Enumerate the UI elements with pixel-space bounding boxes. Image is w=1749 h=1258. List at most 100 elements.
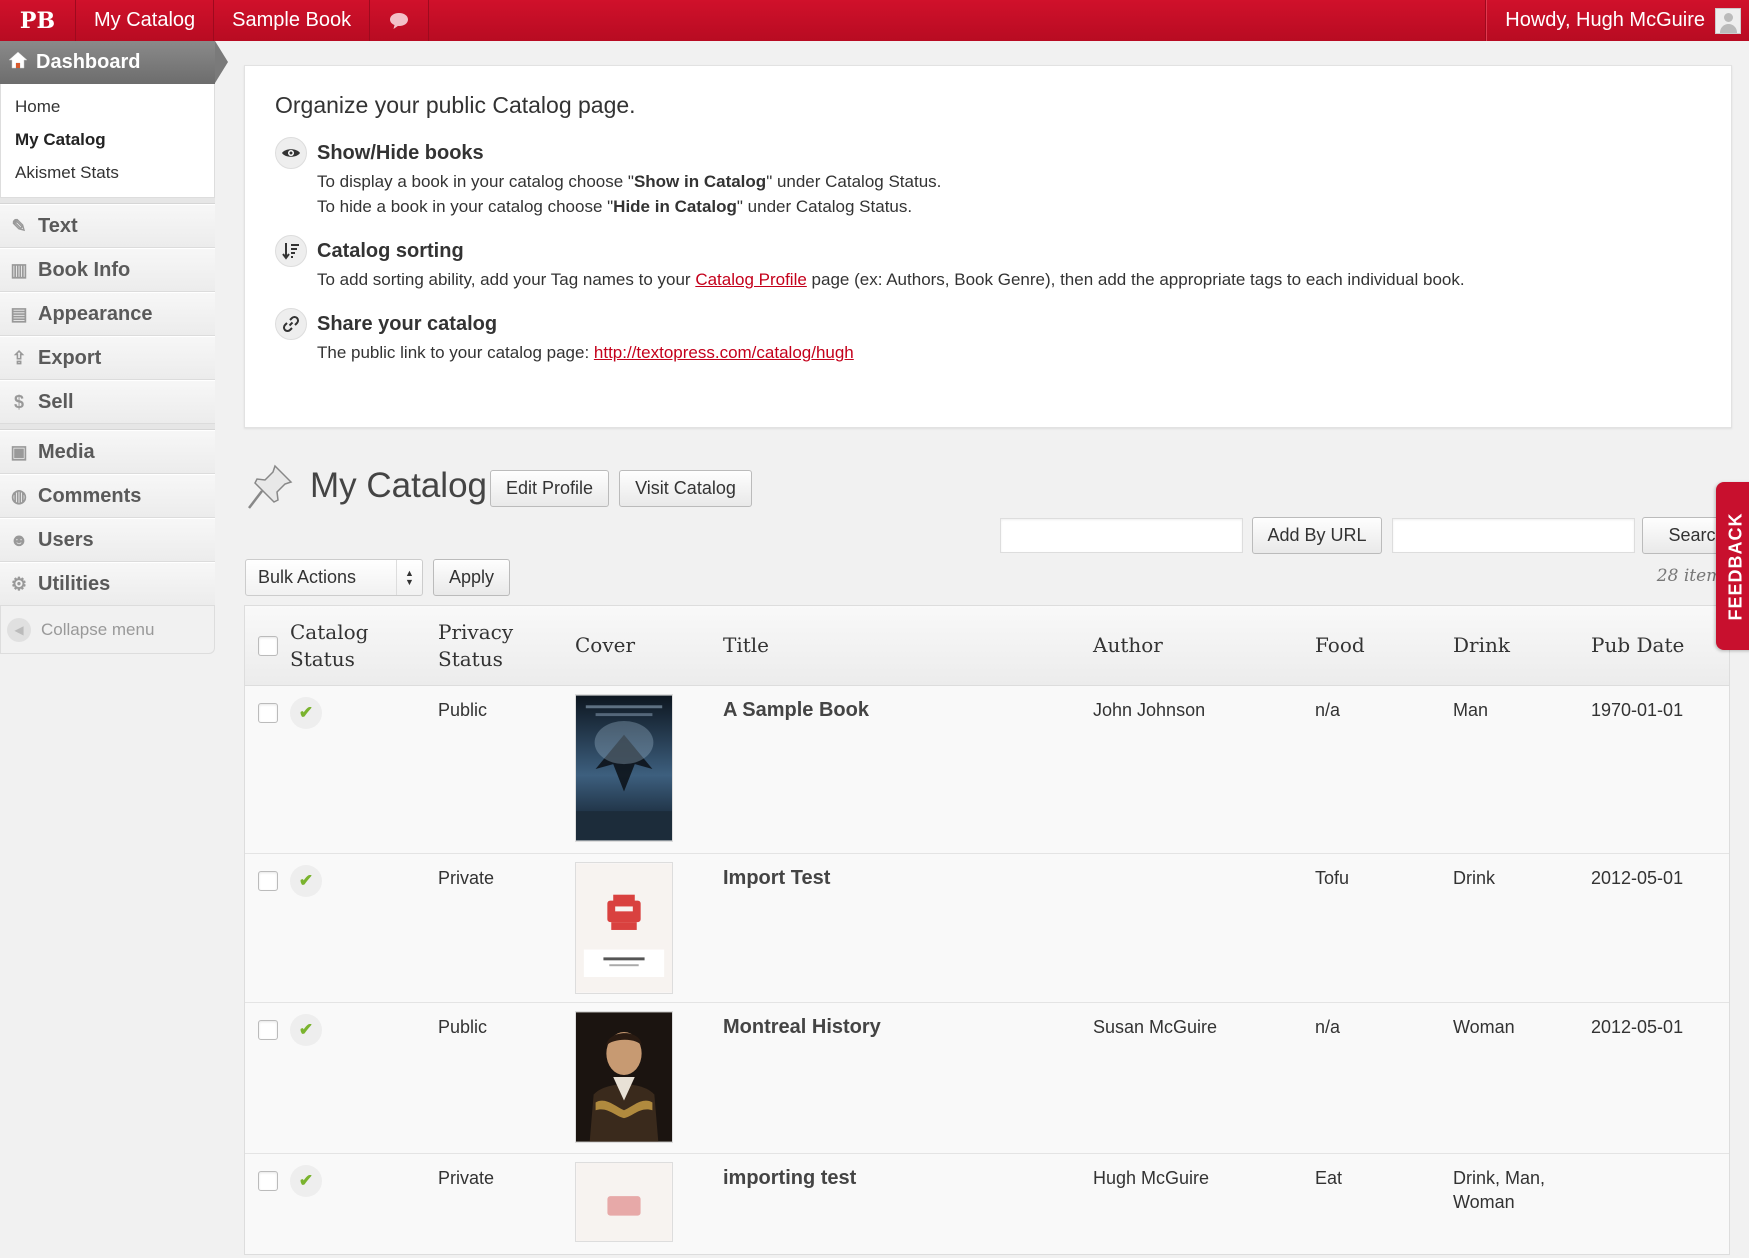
table-row: ✔ Private importing test Hugh McGuire Ea…	[245, 1154, 1729, 1254]
tip-share: Share your catalog The public link to yo…	[275, 308, 1701, 365]
adminbar-sample-book[interactable]: Sample Book	[214, 0, 371, 41]
drink: Woman	[1453, 1017, 1515, 1037]
book-title-link[interactable]: Montreal History	[723, 1016, 881, 1038]
appearance-icon: ▤	[10, 303, 28, 324]
col-privacy-status[interactable]: Privacy Status	[438, 619, 575, 673]
book-title-link[interactable]: A Sample Book	[723, 699, 869, 721]
book-cover-image	[575, 862, 673, 994]
tip-body: To display a book in your catalog choose…	[317, 169, 941, 219]
menu-label: Book Info	[38, 258, 131, 281]
pub-date: 2012-05-01	[1591, 868, 1684, 888]
pushpin-icon	[248, 464, 293, 509]
add-by-url-input[interactable]	[1000, 518, 1243, 553]
col-author[interactable]: Author	[1093, 632, 1315, 659]
table-row: ✔ Public Montreal History Susan McGuire …	[245, 1003, 1729, 1154]
menu-book-info[interactable]: ▥ Book Info	[0, 248, 215, 292]
show-instruction: To display a book in your catalog choose…	[317, 172, 942, 191]
pressbooks-logo[interactable]: PB	[0, 0, 76, 41]
col-catalog-status[interactable]: Catalog Status	[290, 619, 438, 673]
apply-button[interactable]: Apply	[433, 559, 510, 596]
menu-media[interactable]: ▣ Media	[0, 430, 215, 474]
col-drink[interactable]: Drink	[1453, 632, 1591, 659]
row-checkbox[interactable]	[258, 1171, 278, 1191]
adminbar-comments[interactable]	[370, 0, 430, 41]
menu-users[interactable]: ☻ Users	[0, 518, 215, 562]
howdy-greeting: Howdy, Hugh McGuire	[1505, 9, 1705, 31]
menu-label: Appearance	[38, 302, 153, 325]
adminbar-my-catalog[interactable]: My Catalog	[76, 0, 215, 41]
row-checkbox[interactable]	[258, 1020, 278, 1040]
checkmark-icon[interactable]: ✔	[290, 865, 322, 897]
comment-bubble-icon	[390, 12, 409, 29]
visit-catalog-button[interactable]: Visit Catalog	[619, 470, 752, 507]
row-checkbox[interactable]	[258, 871, 278, 891]
page-title: My Catalog	[310, 466, 488, 505]
row-checkbox[interactable]	[258, 703, 278, 723]
bulk-actions-value: Bulk Actions	[258, 567, 357, 587]
adminbar-account[interactable]: Howdy, Hugh McGuire	[1486, 0, 1749, 41]
bulk-actions-select[interactable]: Bulk Actions ▲ ▼	[245, 559, 423, 596]
author: Susan McGuire	[1093, 1017, 1218, 1037]
col-title[interactable]: Title	[723, 632, 1093, 659]
add-by-url-button[interactable]: Add By URL	[1252, 517, 1382, 554]
admin-sidebar: Dashboard Home My Catalog Akismet Stats …	[0, 41, 228, 654]
menu-export[interactable]: ⇪ Export	[0, 336, 215, 380]
search-input[interactable]	[1392, 518, 1635, 553]
users-icon: ☻	[9, 529, 29, 550]
col-food[interactable]: Food	[1315, 632, 1453, 659]
table-header: Catalog Status Privacy Status Cover Titl…	[245, 606, 1729, 686]
comments-icon: ◍	[11, 485, 27, 506]
select-arrows-icon: ▲ ▼	[396, 560, 422, 595]
col-pub-date[interactable]: Pub Date	[1591, 632, 1721, 659]
checkmark-icon[interactable]: ✔	[290, 1014, 322, 1046]
food: n/a	[1315, 700, 1341, 720]
hide-instruction: To hide a book in your catalog choose "H…	[317, 197, 913, 216]
catalog-help-box: Organize your public Catalog page. Show/…	[244, 65, 1732, 428]
drink: Man	[1453, 700, 1489, 720]
submenu-akismet-stats[interactable]: Akismet Stats	[1, 156, 214, 189]
drink: Drink, Man, Woman	[1453, 1168, 1546, 1212]
admin-bar: PB My Catalog Sample Book Howdy, Hugh Mc…	[0, 0, 1749, 41]
collapse-label: Collapse menu	[41, 619, 155, 639]
author: Hugh McGuire	[1093, 1168, 1210, 1188]
pin-icon: ✎	[11, 215, 27, 236]
col-cover: Cover	[575, 633, 636, 657]
menu-comments[interactable]: ◍ Comments	[0, 474, 215, 518]
menu-text[interactable]: ✎ Text	[0, 204, 215, 248]
privacy-status: Public	[438, 700, 488, 720]
public-catalog-link[interactable]: http://textopress.com/catalog/hugh	[594, 343, 854, 362]
menu-sell[interactable]: $ Sell	[0, 380, 215, 424]
select-all-checkbox[interactable]	[258, 635, 278, 656]
submenu-my-catalog[interactable]: My Catalog	[1, 123, 214, 156]
drink: Drink	[1453, 868, 1496, 888]
home-icon	[8, 51, 28, 75]
pub-date: 1970-01-01	[1591, 700, 1684, 720]
food: n/a	[1315, 1017, 1341, 1037]
feedback-label: FEEDBACK	[1725, 511, 1746, 621]
tip-title: Catalog sorting	[317, 240, 464, 262]
edit-profile-button[interactable]: Edit Profile	[490, 470, 609, 507]
tip-body: To add sorting ability, add your Tag nam…	[317, 270, 1465, 289]
pub-date: 2012-05-01	[1591, 1017, 1684, 1037]
menu-dashboard[interactable]: Dashboard	[0, 41, 228, 84]
privacy-status: Private	[438, 1168, 495, 1188]
book-title-link[interactable]: importing test	[723, 1167, 856, 1189]
dashboard-submenu: Home My Catalog Akismet Stats	[0, 84, 215, 198]
book-cover-image	[575, 1011, 673, 1143]
collapse-arrow-icon: ◀	[7, 617, 31, 642]
menu-label: Comments	[38, 484, 142, 507]
menu-appearance[interactable]: ▤ Appearance	[0, 292, 215, 336]
book-title-link[interactable]: Import Test	[723, 867, 830, 889]
catalog-profile-link[interactable]: Catalog Profile	[695, 270, 807, 289]
collapse-menu[interactable]: ◀ Collapse menu	[0, 606, 215, 654]
checkmark-icon[interactable]: ✔	[290, 1165, 322, 1197]
catalog-table: Catalog Status Privacy Status Cover Titl…	[244, 605, 1730, 1255]
adminbar-spacer	[429, 0, 1487, 41]
feedback-tab[interactable]: FEEDBACK	[1716, 482, 1749, 650]
menu-utilities[interactable]: ⚙ Utilities	[0, 562, 215, 606]
table-row: ✔ Public A Sample Book John Johnson n/a …	[245, 686, 1729, 854]
menu-label: Media	[38, 440, 95, 463]
submenu-home[interactable]: Home	[1, 90, 214, 123]
avatar	[1715, 7, 1741, 34]
checkmark-icon[interactable]: ✔	[290, 697, 322, 729]
